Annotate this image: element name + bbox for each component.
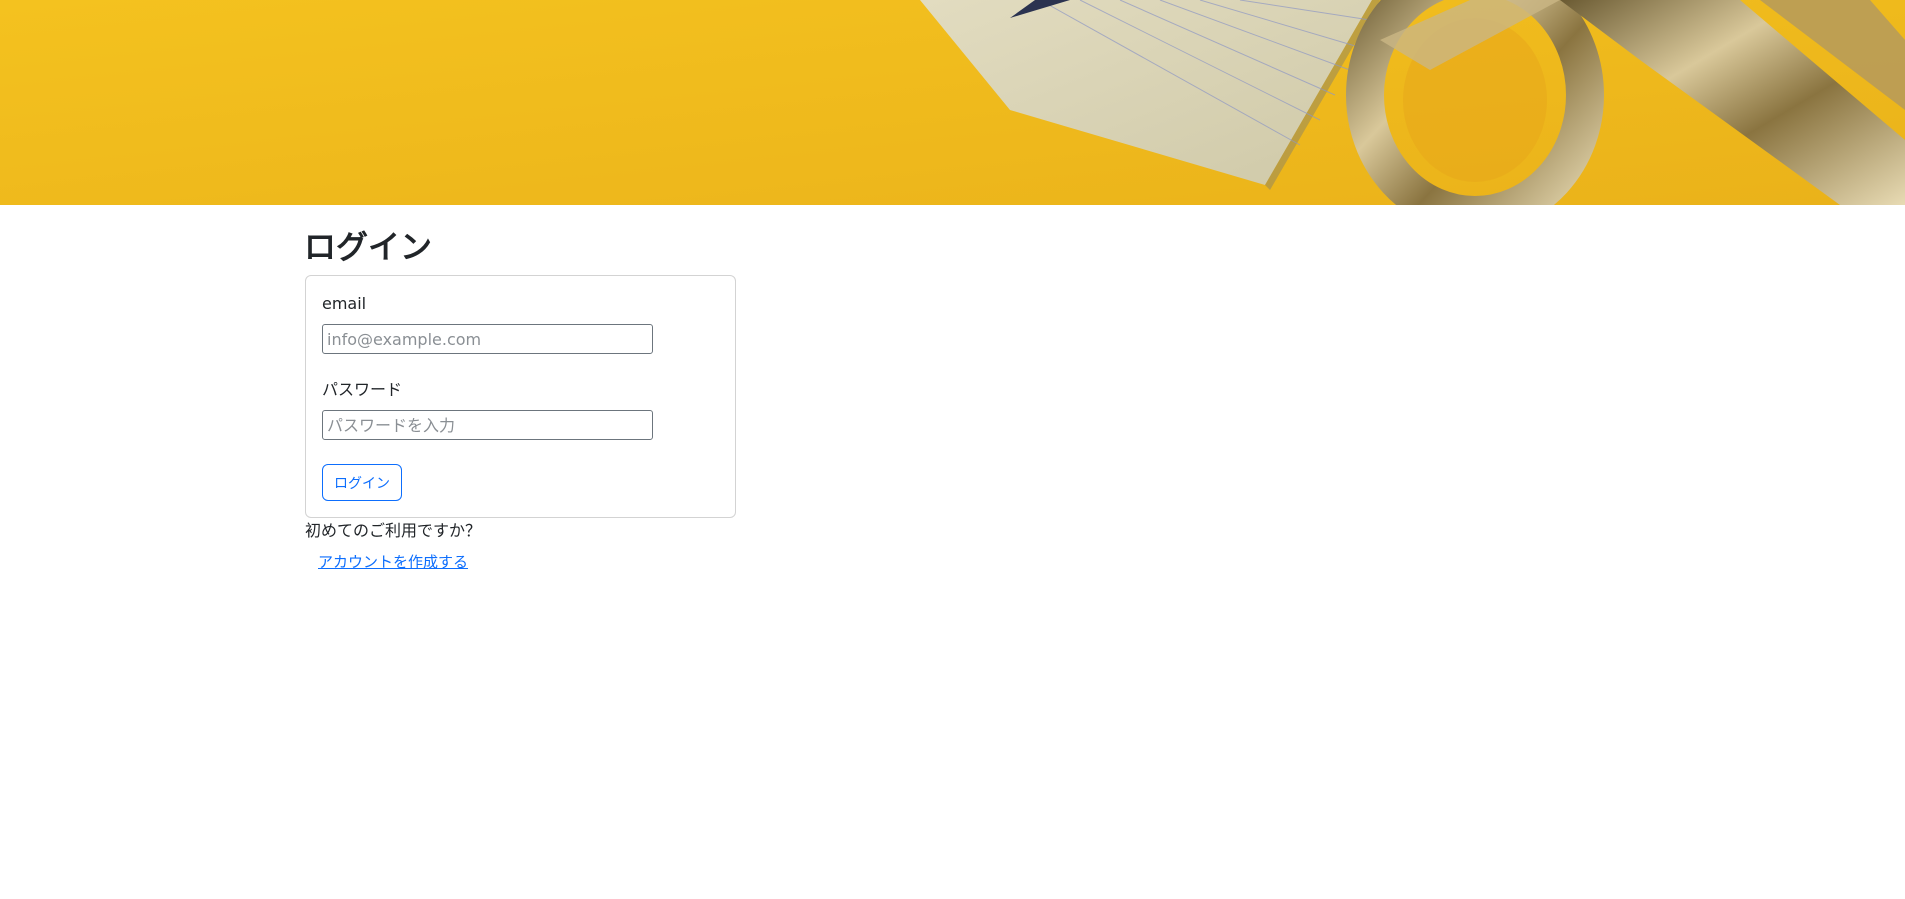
password-input[interactable] [322,410,653,440]
page-title: ログイン [304,228,433,266]
email-label: email [322,294,367,313]
password-label: パスワード [322,380,403,399]
create-account-link[interactable]: アカウントを作成する [318,552,468,572]
hero-banner [0,0,1905,205]
signup-prompt: 初めてのご利用ですか？ [305,521,482,540]
login-button[interactable]: ログイン [322,464,402,501]
login-card: email パスワード ログイン [305,275,736,518]
email-input[interactable] [322,324,653,354]
hero-photo [0,0,1905,205]
